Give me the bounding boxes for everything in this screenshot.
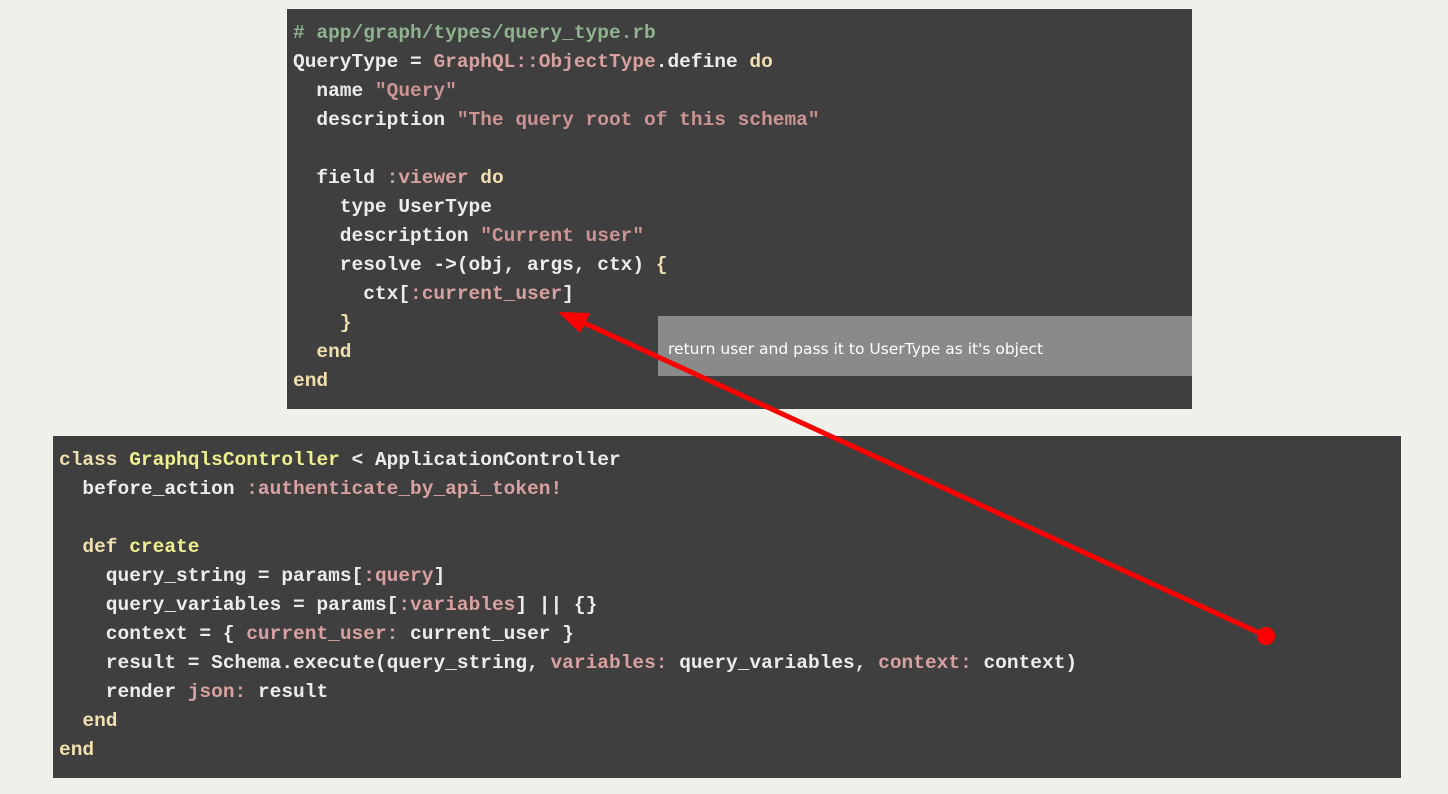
- code-line: resolve ->(obj, args, ctx) {: [293, 251, 1186, 280]
- code-line: description "The query root of this sche…: [293, 106, 1186, 135]
- code-line: def create: [59, 533, 1395, 562]
- code-token: variables:: [550, 652, 668, 674]
- code-token: before_action: [59, 478, 247, 500]
- annotation-text: return user and pass it to UserType as i…: [668, 340, 1044, 358]
- code-token: query_string = params[: [59, 565, 364, 587]
- code-token: def: [59, 536, 130, 558]
- code-token: do: [480, 167, 504, 189]
- annotation-tooltip: return user and pass it to UserType as i…: [658, 316, 1192, 376]
- code-line: before_action :authenticate_by_api_token…: [59, 475, 1395, 504]
- code-token: # app/graph/types/query_type.rb: [293, 22, 656, 44]
- code-token: GraphqlsController: [129, 449, 340, 471]
- code-line: field :viewer do: [293, 164, 1186, 193]
- code-line: query_variables = params[:variables] || …: [59, 591, 1395, 620]
- code-token: context = {: [59, 623, 247, 645]
- code-token: end: [293, 370, 329, 392]
- code-line: name "Query": [293, 77, 1186, 106]
- code-token: :current_user: [410, 283, 563, 305]
- code-token: ctx[: [293, 283, 411, 305]
- code-token: description: [293, 225, 481, 247]
- code-token: current_user }: [398, 623, 574, 645]
- code-line: context = { current_user: current_user }: [59, 620, 1395, 649]
- code-token: :viewer: [386, 167, 469, 189]
- code-token: render: [59, 681, 188, 703]
- code-token: GraphQL::ObjectType: [433, 51, 656, 73]
- code-line: query_string = params[:query]: [59, 562, 1395, 591]
- code-token: type UserType: [293, 196, 492, 218]
- code-token: ]: [562, 283, 574, 305]
- code-token: "Query": [374, 80, 457, 102]
- code-token: create: [129, 536, 200, 558]
- code-line: result = Schema.execute(query_string, va…: [59, 649, 1395, 678]
- code-token: QueryType =: [293, 51, 434, 73]
- code-token: result = Schema.execute(query_string,: [59, 652, 551, 674]
- code-token: name: [293, 80, 375, 102]
- code-token: query_variables = params[: [59, 594, 399, 616]
- code-token: .define: [655, 51, 750, 73]
- code-token: "Current user": [480, 225, 645, 247]
- code-token: ] || {}: [515, 594, 598, 616]
- code-token: result: [246, 681, 329, 703]
- code-line: QueryType = GraphQL::ObjectType.define d…: [293, 48, 1186, 77]
- code-line: # app/graph/types/query_type.rb: [293, 19, 1186, 48]
- code-token: class: [59, 449, 130, 471]
- code-token: {: [655, 254, 668, 276]
- code-token: current_user:: [246, 623, 399, 645]
- code-token: :query: [363, 565, 434, 587]
- code-token: "The query root of this schema": [456, 109, 820, 131]
- code-token: < ApplicationController: [339, 449, 621, 471]
- code-token: ]: [433, 565, 446, 587]
- code-line: render json: result: [59, 678, 1395, 707]
- code-token: }: [293, 312, 352, 334]
- code-token: end: [59, 710, 118, 732]
- code-line: end: [59, 736, 1395, 765]
- code-line: ctx[:current_user]: [293, 280, 1186, 309]
- code-line: description "Current user": [293, 222, 1186, 251]
- code-line: type UserType: [293, 193, 1186, 222]
- code-token: context): [971, 652, 1078, 674]
- code-token: resolve ->(obj, args, ctx): [293, 254, 656, 276]
- code-token: field: [293, 167, 387, 189]
- code-token: end: [59, 739, 95, 761]
- code-token: description: [293, 109, 457, 131]
- code-token: end: [293, 341, 352, 363]
- code-line: class GraphqlsController < ApplicationCo…: [59, 446, 1395, 475]
- code-line: end: [59, 707, 1395, 736]
- code-token: context:: [878, 652, 972, 674]
- code-token: query_variables,: [667, 652, 879, 674]
- code-token: json:: [187, 681, 247, 703]
- code-token: do: [749, 51, 773, 73]
- code-token: :authenticate_by_api_token!: [246, 478, 563, 500]
- graphqls-controller-code-block: class GraphqlsController < ApplicationCo…: [53, 436, 1401, 778]
- code-token: :variables: [398, 594, 516, 616]
